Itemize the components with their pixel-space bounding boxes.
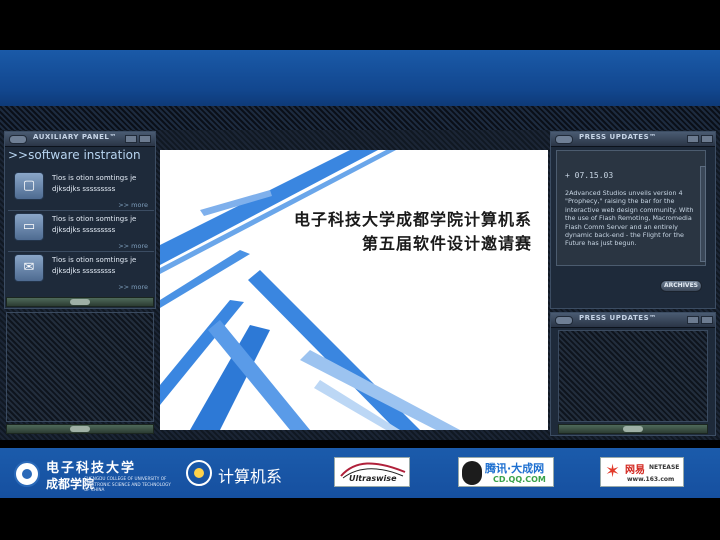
tencent-penguin-icon (462, 461, 482, 485)
minimize-icon[interactable] (687, 135, 699, 143)
sponsor-netease-url: www.163.com (627, 476, 675, 483)
press-scrollbar[interactable] (700, 166, 706, 262)
shirt-icon: ▢ (14, 172, 44, 200)
titlebar-handle-icon[interactable] (555, 316, 573, 325)
titlebar-handle-icon[interactable] (9, 135, 27, 144)
blue-stripes-graphic (160, 150, 460, 430)
sponsor-tencent-name: 腾讯·大成网 (485, 462, 545, 475)
aux-item-text: Tios is otion somtings je djksdjks sssss… (52, 256, 137, 275)
university-english-name: CHENGDU COLLEGE OF UNIVERSITY OF ELECTRO… (84, 476, 171, 492)
press-screen: + 07.15.03 2Advanced Studios unveils ver… (556, 150, 706, 266)
press-panel-2-title: PRESS UPDATES™ (579, 314, 657, 322)
top-black-band (0, 0, 720, 50)
slide-title-line-2: 第五届软件设计邀请赛 (361, 234, 532, 253)
netease-star-icon: ✶ (605, 461, 621, 482)
sponsor-netease-logo[interactable]: ✶ 网易 NETEASE www.163.com (600, 457, 684, 487)
press-panel-2-footer (558, 424, 708, 434)
slide-canvas: 电子科技大学成都学院计算机系 第五届软件设计邀请赛 (160, 150, 548, 430)
department-logo-icon (186, 460, 212, 486)
monitor-icon: ▭ (14, 213, 44, 241)
titlebar-handle-icon[interactable] (555, 135, 573, 144)
more-link[interactable]: >> more (118, 242, 148, 250)
press-panel-2-body (558, 330, 708, 422)
left-lower-panel-footer (6, 424, 154, 434)
sponsor-netease-brand: NETEASE (649, 464, 680, 471)
university-name: 电子科技大学 (46, 461, 137, 476)
auxiliary-panel-titlebar: AUXILIARY PANEL™ (5, 132, 155, 147)
press-panel-titlebar: PRESS UPDATES™ (551, 132, 715, 147)
aux-heading: >>software instration (8, 148, 141, 162)
footer-handle-icon[interactable] (70, 426, 90, 432)
university-seal-icon (14, 461, 40, 487)
press-panel-title: PRESS UPDATES™ (579, 133, 657, 141)
close-icon[interactable] (701, 135, 713, 143)
aux-list-item[interactable]: ▭ Tios is otion somtings je djksdjks sss… (8, 209, 154, 250)
minimize-icon[interactable] (687, 316, 699, 324)
minimize-icon[interactable] (125, 135, 137, 143)
sponsor-ultraswise-name: Ultraswise (349, 474, 397, 483)
slide-title-line-1: 电子科技大学成都学院计算机系 (293, 210, 532, 229)
aux-list-item[interactable]: ✉ Tios is otion somtings je djksdjks sss… (8, 250, 154, 291)
department-label: 计算机系 (218, 467, 283, 486)
more-link[interactable]: >> more (118, 201, 148, 209)
mail-icon: ✉ (14, 254, 44, 282)
header-hatch-strip (0, 106, 720, 130)
aux-item-text: Tios is otion somtings je djksdjks sssss… (52, 174, 137, 193)
press-panel-2-titlebar: PRESS UPDATES™ (551, 313, 715, 328)
footer-handle-icon[interactable] (70, 299, 90, 305)
left-lower-panel (6, 312, 154, 422)
close-icon[interactable] (701, 316, 713, 324)
sponsor-tencent-logo[interactable]: 腾讯·大成网 CD.QQ.COM (458, 457, 554, 487)
more-link[interactable]: >> more (118, 283, 148, 291)
header-banner (0, 50, 720, 106)
auxiliary-panel-footer (6, 297, 154, 307)
sponsor-ultraswise-logo[interactable]: Ultraswise (334, 457, 410, 487)
press-date: + 07.15.03 (565, 171, 614, 180)
close-icon[interactable] (139, 135, 151, 143)
archives-button[interactable]: ARCHIVES (660, 280, 702, 292)
auxiliary-panel-title: AUXILIARY PANEL™ (33, 133, 117, 141)
sponsor-netease-name: 网易 (625, 465, 645, 476)
aux-list-item[interactable]: ▢ Tios is otion somtings je djksdjks sss… (8, 168, 154, 209)
footer-handle-icon[interactable] (623, 426, 643, 432)
press-text: 2Advanced Studios unveils version 4 "Pro… (565, 189, 694, 248)
aux-item-text: Tios is otion somtings je djksdjks sssss… (52, 215, 137, 234)
sponsor-tencent-url: CD.QQ.COM (493, 475, 546, 484)
